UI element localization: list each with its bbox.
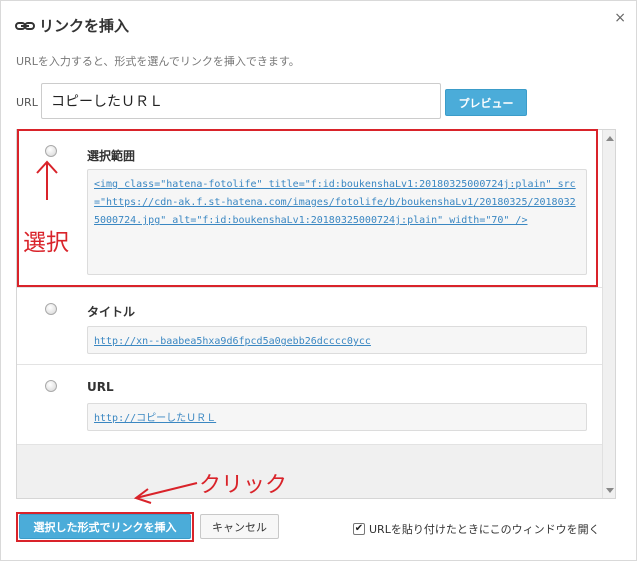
option-label-url: URL: [87, 380, 114, 394]
option-preview-url[interactable]: http://コピーしたＵＲＬ: [87, 403, 587, 431]
insert-link-dialog: リンクを挿入 × URLを入力すると、形式を選んでリンクを挿入できます。 URL…: [0, 0, 637, 561]
scroll-up-icon[interactable]: [606, 136, 614, 141]
url-label: URL: [16, 96, 38, 109]
close-icon[interactable]: ×: [614, 10, 626, 26]
dialog-title: リンクを挿入: [39, 17, 130, 35]
open-on-paste-checkbox[interactable]: ✔: [353, 523, 365, 535]
url-input[interactable]: [41, 83, 441, 119]
preview-button[interactable]: プレビュー: [445, 89, 527, 116]
dialog-header: リンクを挿入: [15, 15, 129, 36]
annotation-select-text: 選択: [23, 230, 69, 256]
format-option-selection[interactable]: 選択範囲 <img class="hatena-fotolife" title=…: [17, 130, 602, 288]
format-option-title[interactable]: タイトル http://xn--baabea5hxa9d6fpcd5a0gebb…: [17, 288, 602, 365]
option-preview-selection[interactable]: <img class="hatena-fotolife" title="f:id…: [87, 169, 587, 275]
option-preview-title[interactable]: http://xn--baabea5hxa9d6fpcd5a0gebb26dcc…: [87, 326, 587, 354]
insert-link-button[interactable]: 選択した形式でリンクを挿入: [19, 514, 191, 539]
link-icon: [15, 21, 35, 30]
cancel-button[interactable]: キャンセル: [200, 514, 279, 539]
open-on-paste-option[interactable]: ✔ URLを貼り付けたときにこのウィンドウを開く: [353, 521, 600, 537]
open-on-paste-label: URLを貼り付けたときにこのウィンドウを開く: [369, 523, 600, 536]
format-option-url[interactable]: URL http://コピーしたＵＲＬ: [17, 365, 602, 445]
radio-url[interactable]: [45, 380, 57, 392]
dialog-description: URLを入力すると、形式を選んでリンクを挿入できます。: [16, 55, 300, 68]
format-options-list: 選択範囲 <img class="hatena-fotolife" title=…: [16, 129, 616, 499]
option-label-title: タイトル: [87, 305, 136, 319]
option-label-selection: 選択範囲: [87, 149, 136, 163]
scroll-down-icon[interactable]: [606, 488, 614, 493]
annotation-click-text: クリック: [199, 473, 288, 498]
radio-title[interactable]: [45, 303, 57, 315]
format-options-scroll-area: 選択範囲 <img class="hatena-fotolife" title=…: [17, 130, 602, 498]
radio-selection[interactable]: [45, 145, 57, 157]
scrollbar[interactable]: [602, 130, 615, 498]
